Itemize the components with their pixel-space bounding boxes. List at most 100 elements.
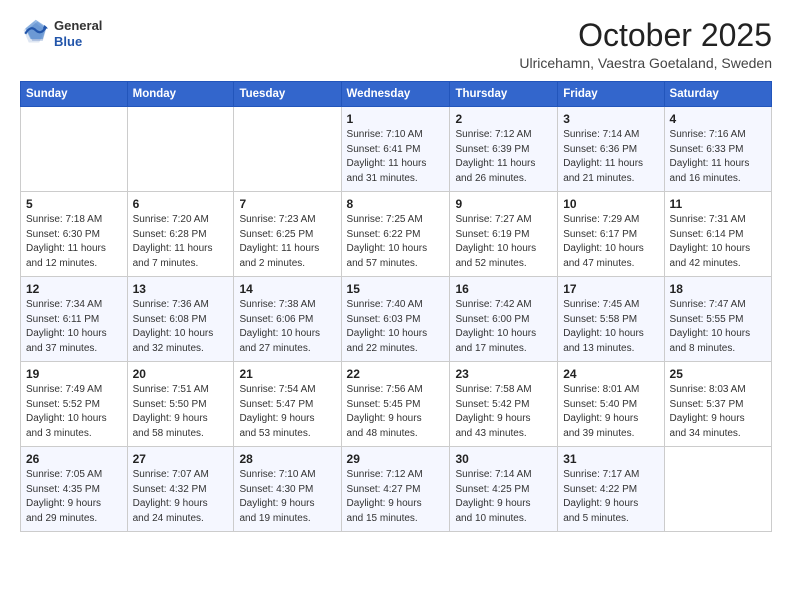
day-info: Sunrise: 7:14 AMSunset: 4:25 PMDaylight:… <box>455 468 552 526</box>
calendar-cell: 3 Sunrise: 7:14 AMSunset: 6:36 PMDaylight… <box>558 107 664 192</box>
day-number: 19 <box>26 367 122 381</box>
calendar-table: SundayMondayTuesdayWednesdayThursdayFrid… <box>20 81 772 532</box>
day-info: Sunrise: 7:12 AMSunset: 6:39 PMDaylight:… <box>455 128 552 186</box>
day-number: 7 <box>239 197 335 211</box>
calendar-cell: 14 Sunrise: 7:38 AMSunset: 6:06 PMDayligh… <box>234 277 341 362</box>
month-title: October 2025 <box>519 18 772 53</box>
day-info: Sunrise: 7:23 AMSunset: 6:25 PMDaylight:… <box>239 213 335 271</box>
day-info: Sunrise: 7:38 AMSunset: 6:06 PMDaylight:… <box>239 298 335 356</box>
logo-icon <box>20 18 48 46</box>
calendar-cell: 11Sunrise: 7:31 AMSunset: 6:14 PMDayligh… <box>664 192 771 277</box>
day-info: Sunrise: 7:05 AMSunset: 4:35 PMDaylight:… <box>26 468 122 526</box>
calendar-cell: 28 Sunrise: 7:10 AMSunset: 4:30 PMDayligh… <box>234 447 341 532</box>
calendar-cell: 21 Sunrise: 7:54 AMSunset: 5:47 PMDayligh… <box>234 362 341 447</box>
calendar-cell <box>234 107 341 192</box>
day-number: 3 <box>563 112 658 126</box>
day-number: 9 <box>455 197 552 211</box>
calendar-cell: 6 Sunrise: 7:20 AMSunset: 6:28 PMDaylight… <box>127 192 234 277</box>
calendar-cell: 26 Sunrise: 7:05 AMSunset: 4:35 PMDayligh… <box>21 447 128 532</box>
weekday-header-wednesday: Wednesday <box>341 82 450 107</box>
day-number: 8 <box>347 197 445 211</box>
calendar-cell: 31 Sunrise: 7:17 AMSunset: 4:22 PMDayligh… <box>558 447 664 532</box>
calendar-cell: 25Sunrise: 8:03 AMSunset: 5:37 PMDayligh… <box>664 362 771 447</box>
calendar-cell: 1 Sunrise: 7:10 AMSunset: 6:41 PMDaylight… <box>341 107 450 192</box>
weekday-header-thursday: Thursday <box>450 82 558 107</box>
day-info: Sunrise: 8:01 AMSunset: 5:40 PMDaylight:… <box>563 383 658 441</box>
calendar-cell: 20 Sunrise: 7:51 AMSunset: 5:50 PMDayligh… <box>127 362 234 447</box>
day-number: 2 <box>455 112 552 126</box>
day-info: Sunrise: 7:31 AMSunset: 6:14 PMDaylight:… <box>670 213 766 271</box>
day-number: 24 <box>563 367 658 381</box>
calendar-cell: 4Sunrise: 7:16 AMSunset: 6:33 PMDaylight… <box>664 107 771 192</box>
day-number: 21 <box>239 367 335 381</box>
calendar-cell: 10 Sunrise: 7:29 AMSunset: 6:17 PMDayligh… <box>558 192 664 277</box>
weekday-header-monday: Monday <box>127 82 234 107</box>
day-info: Sunrise: 7:27 AMSunset: 6:19 PMDaylight:… <box>455 213 552 271</box>
day-info: Sunrise: 7:10 AMSunset: 4:30 PMDaylight:… <box>239 468 335 526</box>
day-number: 26 <box>26 452 122 466</box>
day-info: Sunrise: 7:54 AMSunset: 5:47 PMDaylight:… <box>239 383 335 441</box>
day-info: Sunrise: 7:14 AMSunset: 6:36 PMDaylight:… <box>563 128 658 186</box>
day-info: Sunrise: 7:10 AMSunset: 6:41 PMDaylight:… <box>347 128 445 186</box>
calendar-cell: 5Sunrise: 7:18 AMSunset: 6:30 PMDaylight… <box>21 192 128 277</box>
calendar-cell <box>127 107 234 192</box>
day-number: 20 <box>133 367 229 381</box>
weekday-header-tuesday: Tuesday <box>234 82 341 107</box>
header: General Blue October 2025 Ulricehamn, Va… <box>20 18 772 71</box>
day-number: 22 <box>347 367 445 381</box>
day-info: Sunrise: 7:25 AMSunset: 6:22 PMDaylight:… <box>347 213 445 271</box>
calendar-cell: 30 Sunrise: 7:14 AMSunset: 4:25 PMDayligh… <box>450 447 558 532</box>
day-number: 6 <box>133 197 229 211</box>
day-number: 28 <box>239 452 335 466</box>
location: Ulricehamn, Vaestra Goetaland, Sweden <box>519 55 772 71</box>
day-number: 14 <box>239 282 335 296</box>
day-number: 15 <box>347 282 445 296</box>
calendar-cell: 19 Sunrise: 7:49 AMSunset: 5:52 PMDayligh… <box>21 362 128 447</box>
day-number: 31 <box>563 452 658 466</box>
calendar-week-row: 26 Sunrise: 7:05 AMSunset: 4:35 PMDayligh… <box>21 447 772 532</box>
calendar-cell: 12Sunrise: 7:34 AMSunset: 6:11 PMDayligh… <box>21 277 128 362</box>
calendar-cell: 8 Sunrise: 7:25 AMSunset: 6:22 PMDaylight… <box>341 192 450 277</box>
day-number: 4 <box>670 112 766 126</box>
calendar-cell: 7 Sunrise: 7:23 AMSunset: 6:25 PMDaylight… <box>234 192 341 277</box>
day-number: 1 <box>347 112 445 126</box>
day-number: 29 <box>347 452 445 466</box>
calendar-cell: 22Sunrise: 7:56 AMSunset: 5:45 PMDayligh… <box>341 362 450 447</box>
calendar-week-row: 12Sunrise: 7:34 AMSunset: 6:11 PMDayligh… <box>21 277 772 362</box>
day-info: Sunrise: 7:20 AMSunset: 6:28 PMDaylight:… <box>133 213 229 271</box>
day-number: 18 <box>670 282 766 296</box>
calendar-cell: 2 Sunrise: 7:12 AMSunset: 6:39 PMDaylight… <box>450 107 558 192</box>
calendar-cell: 16Sunrise: 7:42 AMSunset: 6:00 PMDayligh… <box>450 277 558 362</box>
calendar-cell: 27Sunrise: 7:07 AMSunset: 4:32 PMDayligh… <box>127 447 234 532</box>
calendar-week-row: 1 Sunrise: 7:10 AMSunset: 6:41 PMDaylight… <box>21 107 772 192</box>
day-number: 13 <box>133 282 229 296</box>
day-number: 16 <box>455 282 552 296</box>
day-number: 10 <box>563 197 658 211</box>
day-number: 30 <box>455 452 552 466</box>
calendar-cell <box>21 107 128 192</box>
day-info: Sunrise: 7:07 AMSunset: 4:32 PMDaylight:… <box>133 468 229 526</box>
day-info: Sunrise: 7:47 AMSunset: 5:55 PMDaylight:… <box>670 298 766 356</box>
calendar-cell: 15 Sunrise: 7:40 AMSunset: 6:03 PMDayligh… <box>341 277 450 362</box>
calendar-cell: 24 Sunrise: 8:01 AMSunset: 5:40 PMDayligh… <box>558 362 664 447</box>
day-info: Sunrise: 7:40 AMSunset: 6:03 PMDaylight:… <box>347 298 445 356</box>
day-info: Sunrise: 7:29 AMSunset: 6:17 PMDaylight:… <box>563 213 658 271</box>
weekday-header-friday: Friday <box>558 82 664 107</box>
weekday-header-row: SundayMondayTuesdayWednesdayThursdayFrid… <box>21 82 772 107</box>
day-info: Sunrise: 7:49 AMSunset: 5:52 PMDaylight:… <box>26 383 122 441</box>
logo-general-text: General <box>54 18 102 34</box>
calendar-cell: 13Sunrise: 7:36 AMSunset: 6:08 PMDayligh… <box>127 277 234 362</box>
weekday-header-sunday: Sunday <box>21 82 128 107</box>
day-info: Sunrise: 7:45 AMSunset: 5:58 PMDaylight:… <box>563 298 658 356</box>
day-number: 17 <box>563 282 658 296</box>
day-info: Sunrise: 7:18 AMSunset: 6:30 PMDaylight:… <box>26 213 122 271</box>
day-info: Sunrise: 7:17 AMSunset: 4:22 PMDaylight:… <box>563 468 658 526</box>
title-block: October 2025 Ulricehamn, Vaestra Goetala… <box>519 18 772 71</box>
day-info: Sunrise: 7:51 AMSunset: 5:50 PMDaylight:… <box>133 383 229 441</box>
day-number: 25 <box>670 367 766 381</box>
day-info: Sunrise: 7:58 AMSunset: 5:42 PMDaylight:… <box>455 383 552 441</box>
weekday-header-saturday: Saturday <box>664 82 771 107</box>
day-info: Sunrise: 7:12 AMSunset: 4:27 PMDaylight:… <box>347 468 445 526</box>
day-info: Sunrise: 7:34 AMSunset: 6:11 PMDaylight:… <box>26 298 122 356</box>
calendar-week-row: 19 Sunrise: 7:49 AMSunset: 5:52 PMDayligh… <box>21 362 772 447</box>
